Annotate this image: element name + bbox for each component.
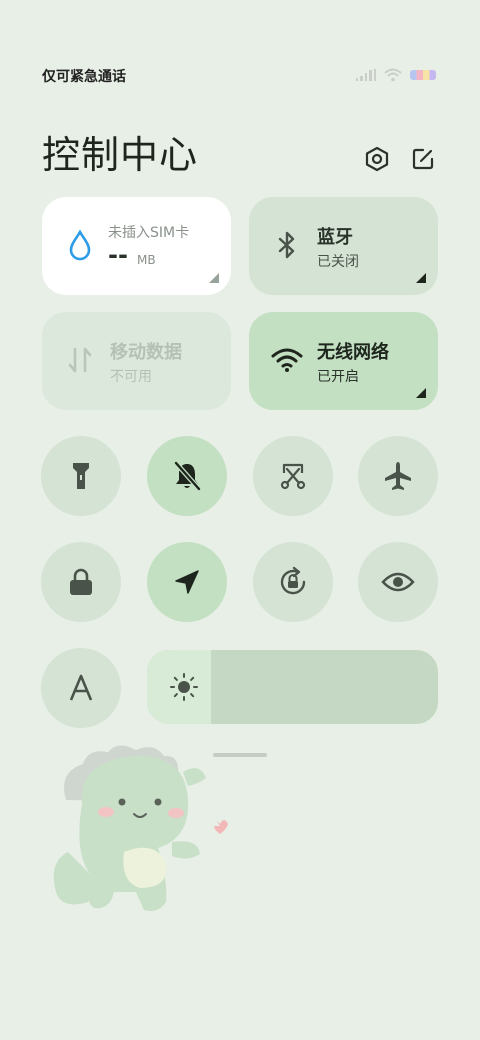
scissors-screenshot-icon	[280, 463, 306, 490]
flashlight-icon	[73, 463, 89, 489]
hexagon-settings-icon	[365, 146, 389, 172]
mobile-data-status: 不可用	[110, 369, 152, 385]
bell-off-icon	[174, 461, 201, 491]
edit-button[interactable]	[408, 144, 438, 174]
battery-icon	[410, 70, 436, 80]
sun-icon	[169, 672, 199, 702]
flashlight-toggle[interactable]	[41, 436, 121, 516]
wifi-label: 无线网络	[317, 342, 389, 363]
signal-icon	[355, 69, 376, 81]
mute-toggle[interactable]	[147, 436, 227, 516]
sim-status-label: 未插入SIM卡	[108, 225, 190, 241]
wifi-tile[interactable]: 无线网络 已开启	[249, 312, 438, 410]
airplane-icon	[385, 462, 411, 490]
edit-icon	[412, 148, 434, 170]
expand-corner-icon	[416, 388, 426, 398]
wifi-icon	[271, 344, 303, 376]
font-size-toggle[interactable]	[41, 648, 121, 728]
bluetooth-label: 蓝牙	[317, 227, 353, 248]
location-toggle[interactable]	[147, 542, 227, 622]
data-usage-tile[interactable]: 未插入SIM卡 -- MB	[42, 197, 231, 295]
reading-mode-toggle[interactable]	[358, 542, 438, 622]
mobile-data-tile[interactable]: 移动数据 不可用	[42, 312, 231, 410]
rotation-lock-icon	[280, 566, 306, 595]
screenshot-toggle[interactable]	[253, 436, 333, 516]
status-icons	[355, 68, 436, 82]
data-usage-value: --	[108, 241, 128, 269]
wifi-status-icon	[384, 68, 402, 82]
dinosaur-illustration	[53, 745, 228, 911]
settings-button[interactable]	[362, 144, 392, 174]
brightness-slider[interactable]	[147, 650, 438, 724]
status-text: 仅可紧急通话	[42, 69, 126, 85]
bluetooth-status: 已关闭	[317, 254, 359, 270]
navigation-arrow-icon	[175, 570, 199, 594]
font-a-icon	[69, 674, 93, 701]
lock-screen-toggle[interactable]	[41, 542, 121, 622]
page-title: 控制中心	[42, 133, 199, 177]
wifi-status: 已开启	[317, 369, 359, 385]
bluetooth-icon	[271, 229, 303, 261]
water-drop-icon	[64, 229, 96, 261]
eye-icon	[381, 572, 415, 592]
expand-corner-icon	[209, 273, 219, 283]
mobile-data-arrows-icon	[64, 344, 96, 376]
expand-corner-icon	[416, 273, 426, 283]
lock-icon	[70, 568, 92, 595]
airplane-mode-toggle[interactable]	[358, 436, 438, 516]
mobile-data-label: 移动数据	[110, 342, 182, 363]
data-usage-unit: MB	[137, 253, 156, 267]
auto-rotate-toggle[interactable]	[253, 542, 333, 622]
bluetooth-tile[interactable]: 蓝牙 已关闭	[249, 197, 438, 295]
